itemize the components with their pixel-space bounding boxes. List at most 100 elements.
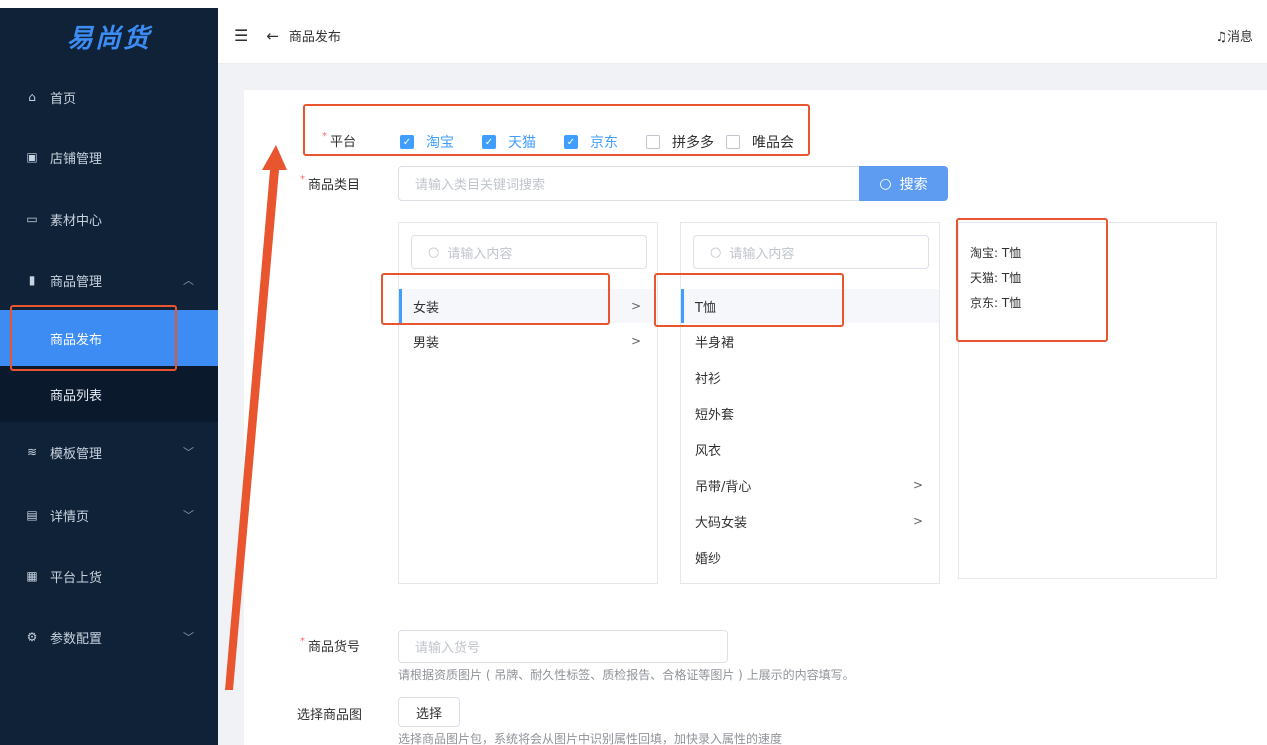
checkbox-checked-icon: ✓: [482, 135, 496, 149]
button-label: 选择: [415, 706, 442, 722]
sidebar-item-label: 素材中心: [50, 213, 103, 229]
option-label: 婚纱: [695, 551, 722, 567]
platform-checkbox-tmall[interactable]: ✓ 天猫: [482, 132, 536, 152]
button-label: 搜索: [899, 176, 928, 193]
calendar-icon: ▦: [26, 569, 38, 583]
app-logo[interactable]: 易尚货: [0, 8, 218, 64]
checkbox-checked-icon: ✓: [400, 135, 414, 149]
messages-label: 消息: [1226, 30, 1253, 45]
sidebar-item-templates[interactable]: ≋ 模板管理 ﹀: [0, 427, 218, 477]
platform-checkbox-pdd[interactable]: 拼多多: [646, 132, 714, 152]
platform-checkbox-vip[interactable]: 唯品会: [726, 132, 794, 152]
option-label: 吊带/背心: [695, 479, 752, 495]
chevron-right-icon: >: [912, 514, 923, 528]
sidebar-item-home[interactable]: ⌂ 首页: [0, 72, 218, 122]
checkbox-label: 天猫: [508, 135, 536, 151]
panel-filter-input[interactable]: ○ 请输入内容: [693, 235, 929, 269]
option-label: T恤: [695, 300, 716, 316]
category-label: * 商品类目: [300, 174, 361, 193]
option-label: 女装: [413, 300, 440, 316]
sidebar-subitem-label: 商品发布: [50, 332, 103, 348]
image-icon: ▭: [26, 212, 38, 226]
gear-icon: ⚙: [26, 630, 38, 644]
input-placeholder: 请输入类目关键词搜索: [415, 178, 546, 193]
sidebar-subitem-publish[interactable]: 商品发布: [0, 310, 218, 366]
sku-input[interactable]: 请输入货号: [398, 630, 728, 663]
sidebar-item-platform[interactable]: ▦ 平台上货: [0, 551, 218, 601]
option-label: 风衣: [695, 443, 722, 459]
category-option[interactable]: 男装 >: [399, 324, 657, 358]
checkbox-empty-icon: [646, 135, 660, 149]
input-placeholder: 请输入内容: [447, 246, 513, 262]
menu-toggle-icon[interactable]: ☰: [234, 26, 248, 45]
sidebar-subitem-list[interactable]: 商品列表: [0, 366, 218, 422]
platform-checkbox-taobao[interactable]: ✓ 淘宝: [400, 132, 454, 152]
bell-icon: ♫: [1215, 30, 1227, 45]
messages-link[interactable]: ♫消息: [1215, 26, 1253, 45]
chevron-up-icon: ︿: [183, 274, 194, 287]
category-option[interactable]: 半身裙: [681, 324, 939, 358]
chevron-right-icon: >: [912, 478, 923, 492]
category-search-input[interactable]: 请输入类目关键词搜索: [398, 166, 860, 201]
category-option[interactable]: 大码女装 >: [681, 504, 939, 538]
checkbox-label: 京东: [590, 135, 618, 151]
sidebar-item-materials[interactable]: ▭ 素材中心: [0, 194, 218, 244]
choose-image-button[interactable]: 选择: [398, 697, 460, 727]
sidebar-item-store[interactable]: ▣ 店铺管理: [0, 132, 218, 182]
top-strip: [0, 0, 1267, 8]
category-panel-level1: ○ 请输入内容 女装 > 男装 >: [398, 222, 658, 584]
result-line: 京东: T恤: [970, 296, 1022, 310]
image-label: 选择商品图: [297, 708, 363, 723]
sidebar-item-label: 平台上货: [50, 570, 103, 586]
sidebar-item-config[interactable]: ⚙ 参数配置 ﹀: [0, 612, 218, 662]
image-hint: 选择商品图片包，系统将会从图片中识别属性回填，加快录入属性的速度: [398, 732, 783, 745]
sku-label: * 商品货号: [300, 636, 361, 655]
home-icon: ⌂: [28, 90, 36, 104]
category-option[interactable]: 女装 >: [399, 289, 657, 323]
panel-filter-input[interactable]: ○ 请输入内容: [411, 235, 647, 269]
option-label: 短外套: [695, 407, 735, 423]
app-root: 易尚货 ⌂ 首页 ▣ 店铺管理 ▭ 素材中心 ▮ 商品管理 ︿ 商品发布 商品列…: [0, 0, 1267, 745]
back-arrow-icon[interactable]: ←: [266, 27, 279, 45]
sku-hint: 请根据资质图片 ( 吊牌、耐久性标签、质检报告、合格证等图片 ) 上展示的内容填…: [398, 668, 855, 682]
result-line: 天猫: T恤: [970, 271, 1022, 285]
chevron-down-icon: ﹀: [183, 509, 194, 522]
sidebar-item-label: 参数配置: [50, 631, 103, 647]
sidebar-item-products[interactable]: ▮ 商品管理 ︿: [0, 255, 218, 305]
checkbox-checked-icon: ✓: [564, 135, 578, 149]
sidebar-item-detail[interactable]: ▤ 详情页 ﹀: [0, 490, 218, 540]
platform-label: * 平台: [322, 131, 357, 150]
sidebar-subitem-label: 商品列表: [50, 388, 103, 404]
category-option[interactable]: 短外套: [681, 396, 939, 430]
sidebar-item-label: 模板管理: [50, 446, 103, 462]
checkbox-empty-icon: [726, 135, 740, 149]
chevron-right-icon: >: [630, 334, 641, 348]
top-header: ☰ ← 商品发布 ♫消息: [218, 8, 1267, 64]
sidebar: 易尚货 ⌂ 首页 ▣ 店铺管理 ▭ 素材中心 ▮ 商品管理 ︿ 商品发布 商品列…: [0, 8, 218, 745]
doc-icon: ▤: [26, 508, 38, 522]
chevron-right-icon: >: [630, 299, 641, 313]
page-title: 商品发布: [288, 30, 341, 45]
search-icon: ○: [428, 244, 440, 260]
option-label: 大码女装: [695, 515, 748, 531]
search-button[interactable]: ○ 搜索: [859, 166, 948, 201]
sidebar-item-label: 店铺管理: [50, 151, 103, 167]
sidebar-item-label: 商品管理: [50, 274, 103, 290]
result-line: 淘宝: T恤: [970, 246, 1022, 260]
chevron-down-icon: ﹀: [183, 631, 194, 644]
search-icon: ○: [879, 175, 892, 192]
checkbox-label: 唯品会: [752, 135, 794, 151]
input-placeholder: 请输入货号: [415, 641, 481, 656]
category-option[interactable]: 风衣: [681, 432, 939, 466]
input-placeholder: 请输入内容: [729, 246, 795, 262]
chart-icon: ▮: [28, 273, 36, 287]
category-option[interactable]: 婚纱: [681, 540, 939, 574]
chevron-down-icon: ﹀: [183, 446, 194, 459]
category-option[interactable]: 吊带/背心 >: [681, 468, 939, 502]
search-icon: ○: [710, 244, 722, 260]
platform-checkbox-jd[interactable]: ✓ 京东: [564, 132, 618, 152]
checkbox-label: 淘宝: [426, 135, 454, 151]
category-option[interactable]: 衬衫: [681, 360, 939, 394]
category-option[interactable]: T恤: [681, 289, 939, 323]
sidebar-item-label: 首页: [50, 91, 77, 107]
